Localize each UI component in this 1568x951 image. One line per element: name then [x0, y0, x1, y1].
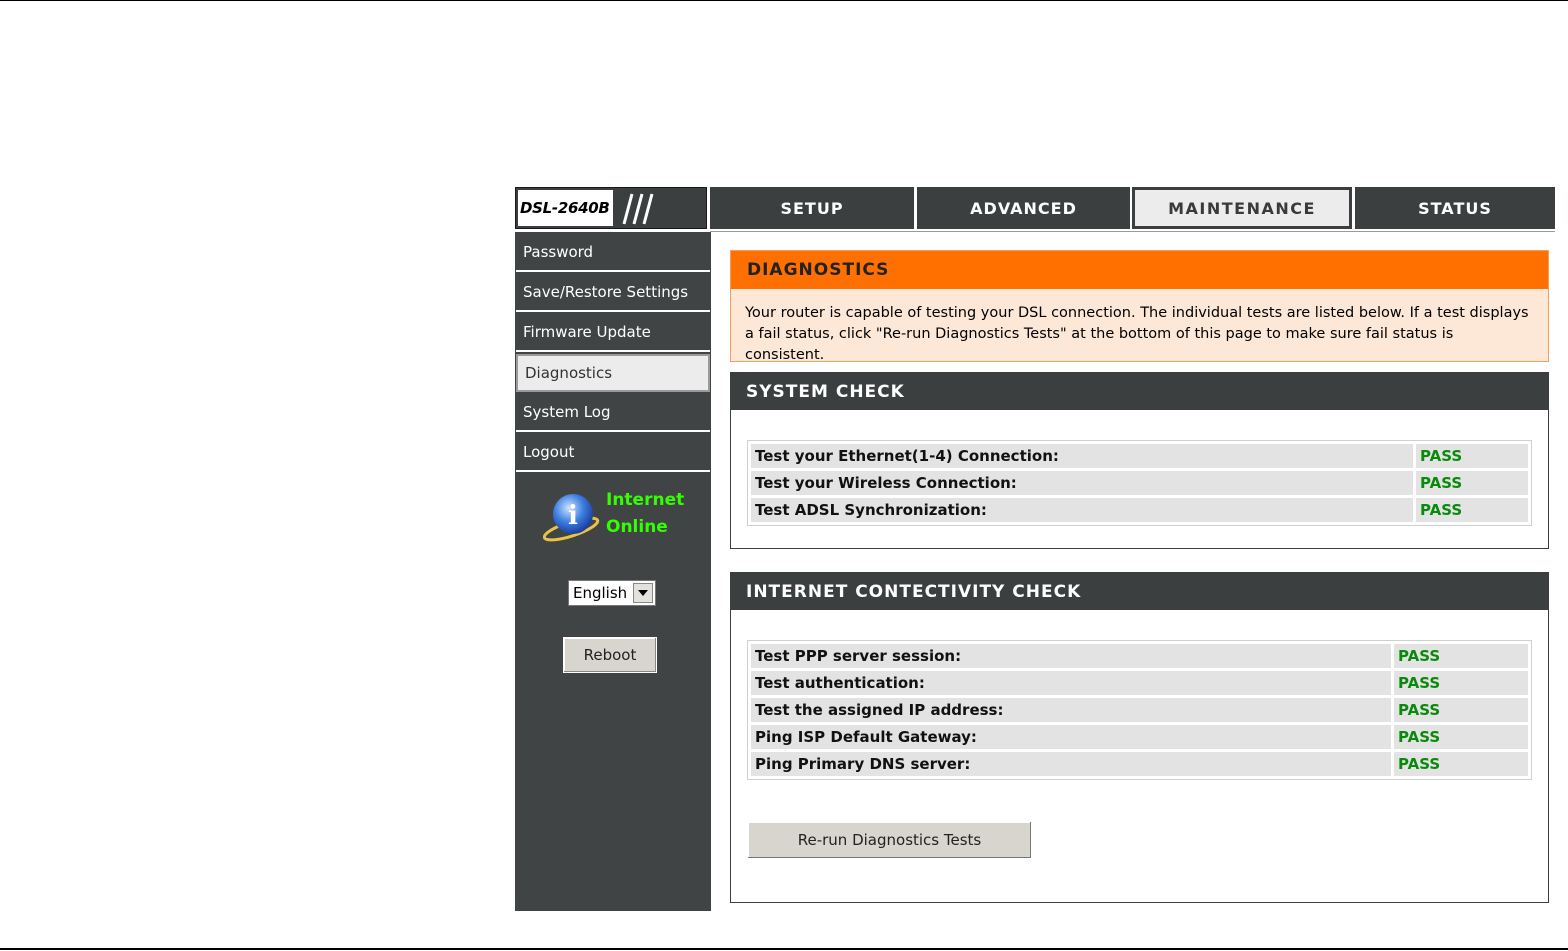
dropdown-arrow-icon[interactable] — [633, 583, 653, 603]
sidebar-item-firmware-update[interactable]: Firmware Update — [516, 314, 710, 352]
sidebar-item-system-log[interactable]: System Log — [516, 394, 710, 432]
tab-setup[interactable]: SETUP — [710, 187, 914, 229]
internet-check-section: INTERNET CONTECTIVITY CHECK Test PPP ser… — [730, 572, 1549, 903]
info-globe-icon: i — [543, 494, 600, 542]
test-result: PASS — [1416, 471, 1528, 495]
test-label: Test authentication: — [751, 671, 1391, 695]
test-result: PASS — [1394, 698, 1528, 722]
status-line-online: Online — [606, 517, 668, 537]
top-rule — [0, 0, 1568, 1]
nav-underline — [710, 231, 1555, 232]
system-check-section: SYSTEM CHECK Test your Ethernet(1-4) Con… — [730, 372, 1549, 549]
tab-status[interactable]: STATUS — [1355, 187, 1555, 229]
table-row: Test authentication: PASS — [751, 671, 1528, 695]
table-row: Test PPP server session: PASS — [751, 644, 1528, 668]
reboot-button[interactable]: Reboot — [563, 637, 657, 673]
test-label: Test your Ethernet(1-4) Connection: — [751, 444, 1413, 468]
sidebar-item-save-restore[interactable]: Save/Restore Settings — [516, 274, 710, 312]
system-check-table: Test your Ethernet(1-4) Connection: PASS… — [747, 440, 1532, 526]
bottom-rule — [0, 948, 1568, 950]
test-result: PASS — [1416, 498, 1528, 522]
internet-check-table: Test PPP server session: PASS Test authe… — [747, 640, 1532, 780]
test-result: PASS — [1416, 444, 1528, 468]
table-row: Test ADSL Synchronization: PASS — [751, 498, 1528, 522]
test-result: PASS — [1394, 725, 1528, 749]
internet-check-title: INTERNET CONTECTIVITY CHECK — [731, 573, 1548, 610]
test-label: Test PPP server session: — [751, 644, 1391, 668]
sidebar: Password Save/Restore Settings Firmware … — [515, 232, 711, 911]
sidebar-item-diagnostics[interactable]: Diagnostics — [516, 354, 710, 392]
test-result: PASS — [1394, 644, 1528, 668]
test-result: PASS — [1394, 752, 1528, 776]
internet-status: i Internet Online — [543, 487, 703, 547]
brand-slashes-icon — [622, 193, 654, 225]
diagnostics-panel: DIAGNOSTICS Your router is capable of te… — [730, 250, 1549, 363]
test-label: Test the assigned IP address: — [751, 698, 1391, 722]
sidebar-item-logout[interactable]: Logout — [516, 434, 710, 472]
tab-advanced[interactable]: ADVANCED — [917, 187, 1130, 229]
test-label: Ping ISP Default Gateway: — [751, 725, 1391, 749]
diagnostics-description: Your router is capable of testing your D… — [745, 305, 1529, 363]
table-row: Test your Ethernet(1-4) Connection: PASS — [751, 444, 1528, 468]
system-check-title: SYSTEM CHECK — [731, 373, 1548, 410]
language-select[interactable]: English — [568, 580, 656, 606]
table-row: Ping Primary DNS server: PASS — [751, 752, 1528, 776]
table-row: Ping ISP Default Gateway: PASS — [751, 725, 1528, 749]
brand-logo: DSL-2640B — [515, 187, 707, 229]
table-row: Test the assigned IP address: PASS — [751, 698, 1528, 722]
sidebar-item-password[interactable]: Password — [516, 234, 710, 272]
rerun-diagnostics-button[interactable]: Re-run Diagnostics Tests — [747, 821, 1032, 859]
test-label: Test ADSL Synchronization: — [751, 498, 1413, 522]
test-label: Ping Primary DNS server: — [751, 752, 1391, 776]
svg-text:i: i — [568, 501, 578, 531]
brand-box: DSL-2640B — [518, 190, 613, 226]
model-name: DSL-2640B — [520, 199, 610, 217]
language-value: English — [573, 584, 628, 602]
status-line-internet: Internet — [606, 490, 685, 510]
diagnostics-title: DIAGNOSTICS — [731, 251, 1548, 289]
table-row: Test your Wireless Connection: PASS — [751, 471, 1528, 495]
internet-status-text: Internet Online — [606, 487, 684, 541]
tab-maintenance[interactable]: MAINTENANCE — [1132, 187, 1352, 229]
test-label: Test your Wireless Connection: — [751, 471, 1413, 495]
test-result: PASS — [1394, 671, 1528, 695]
